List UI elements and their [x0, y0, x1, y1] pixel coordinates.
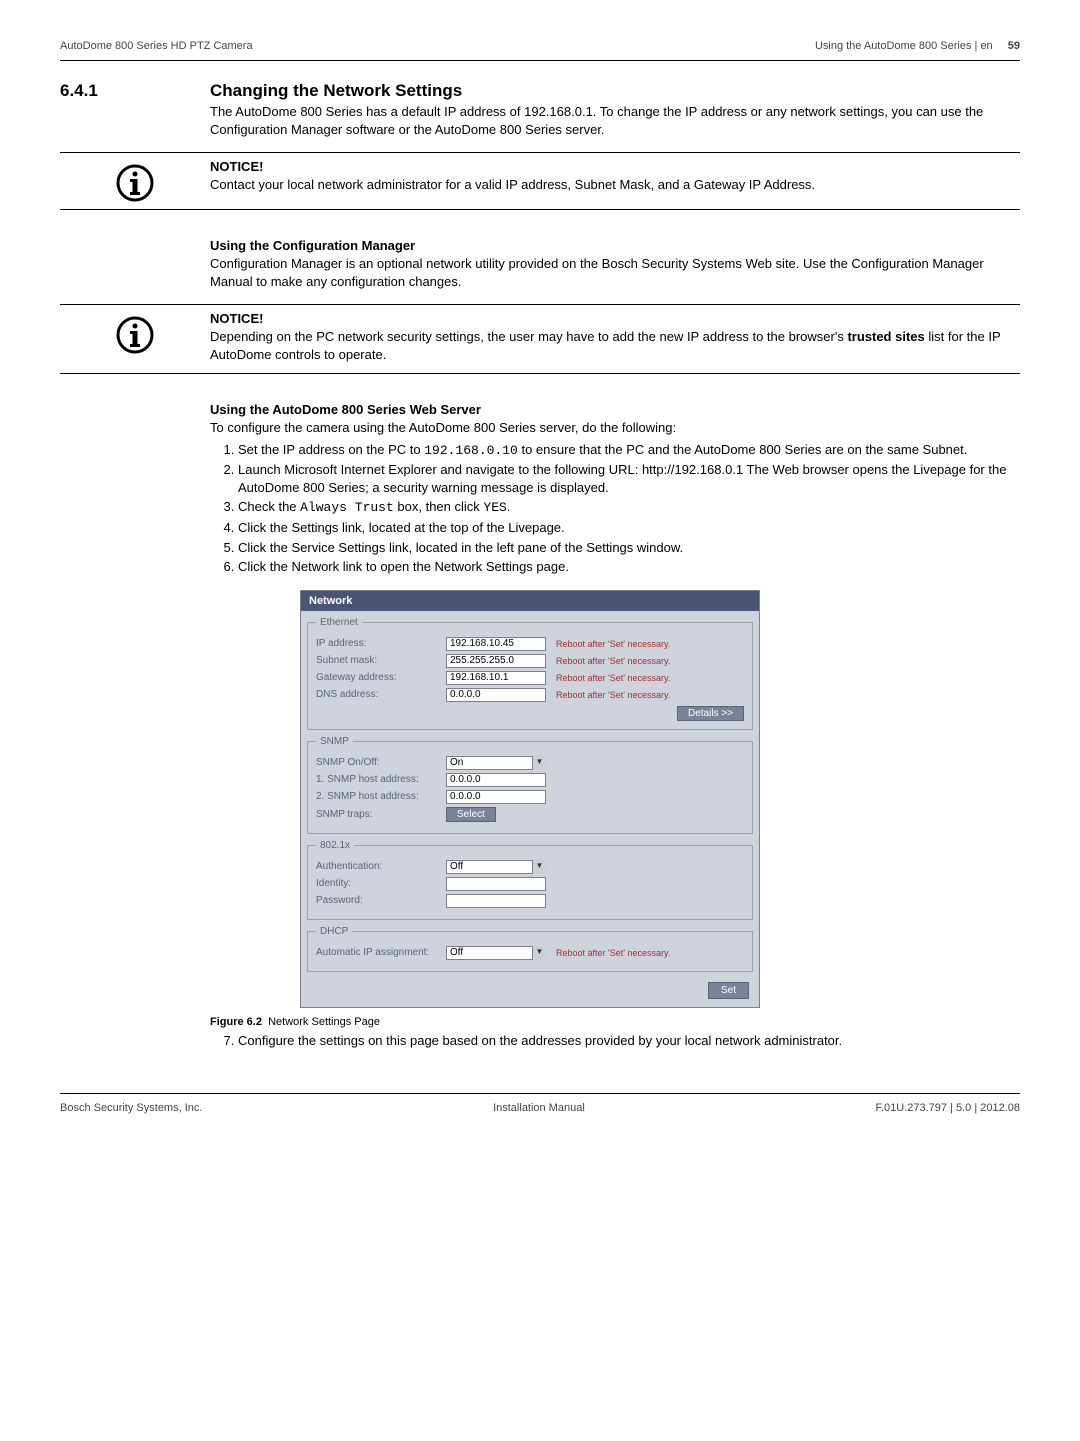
notice-title: NOTICE! — [210, 159, 1020, 174]
footer-rule — [60, 1093, 1020, 1094]
gateway-input[interactable] — [446, 671, 546, 685]
dot1x-group: 802.1x Authentication: ▼ Identity: Passw… — [307, 840, 753, 920]
steps-list-cont: Configure the settings on this page base… — [210, 1032, 1020, 1050]
header-right: Using the AutoDome 800 Series | en — [815, 40, 993, 52]
snmp-onoff-select[interactable]: ▼ — [446, 756, 546, 770]
step-6: Click the Network link to open the Netwo… — [238, 558, 1020, 576]
subnet-label: Subnet mask: — [316, 655, 446, 666]
notice-block-1: NOTICE! Contact your local network admin… — [60, 152, 1020, 210]
chevron-down-icon: ▼ — [532, 860, 546, 874]
reboot-note: Reboot after 'Set' necessary. — [556, 639, 670, 649]
page-number: 59 — [1008, 40, 1020, 52]
notice-block-2: NOTICE! Depending on the PC network secu… — [60, 304, 1020, 374]
identity-input[interactable] — [446, 877, 546, 891]
snmp-onoff-label: SNMP On/Off: — [316, 757, 446, 768]
step-3: Check the Always Trust box, then click Y… — [238, 498, 1020, 517]
snmp-group: SNMP SNMP On/Off: ▼ 1. SNMP host address… — [307, 736, 753, 834]
set-button[interactable]: Set — [708, 982, 749, 999]
network-settings-figure: Network Ethernet IP address: Reboot afte… — [300, 590, 760, 1008]
dns-label: DNS address: — [316, 689, 446, 700]
identity-label: Identity: — [316, 878, 446, 889]
ip-label: IP address: — [316, 638, 446, 649]
subheading-webserver: Using the AutoDome 800 Series Web Server — [210, 402, 1020, 417]
step-1: Set the IP address on the PC to 192.168.… — [238, 441, 1020, 460]
step-4: Click the Settings link, located at the … — [238, 519, 1020, 537]
info-icon — [60, 159, 210, 203]
notice-title: NOTICE! — [210, 311, 1020, 326]
dhcp-auto-label: Automatic IP assignment: — [316, 947, 446, 958]
subnet-input[interactable] — [446, 654, 546, 668]
subheading-configmgr: Using the Configuration Manager — [210, 238, 1020, 253]
dhcp-group: DHCP Automatic IP assignment: ▼ Reboot a… — [307, 926, 753, 972]
reboot-note: Reboot after 'Set' necessary. — [556, 948, 670, 958]
gateway-label: Gateway address: — [316, 672, 446, 683]
configmgr-text: Configuration Manager is an optional net… — [210, 255, 1020, 290]
notice-text: Depending on the PC network security set… — [210, 328, 1020, 363]
ip-input[interactable] — [446, 637, 546, 651]
steps-list: Set the IP address on the PC to 192.168.… — [210, 441, 1020, 576]
chevron-down-icon: ▼ — [532, 946, 546, 960]
footer-right: F.01U.273.797 | 5.0 | 2012.08 — [875, 1102, 1020, 1114]
header-rule — [60, 60, 1020, 61]
snmp-host2-label: 2. SNMP host address: — [316, 791, 446, 802]
reboot-note: Reboot after 'Set' necessary. — [556, 656, 670, 666]
reboot-note: Reboot after 'Set' necessary. — [556, 690, 670, 700]
snmp-select-button[interactable]: Select — [446, 807, 496, 822]
auth-select[interactable]: ▼ — [446, 860, 546, 874]
ethernet-group: Ethernet IP address: Reboot after 'Set' … — [307, 617, 753, 730]
page-footer: Bosch Security Systems, Inc. Installatio… — [60, 1102, 1020, 1114]
page-header: AutoDome 800 Series HD PTZ Camera Using … — [60, 40, 1020, 52]
section-intro: The AutoDome 800 Series has a default IP… — [210, 103, 1020, 138]
password-input[interactable] — [446, 894, 546, 908]
step-2: Launch Microsoft Internet Explorer and n… — [238, 461, 1020, 496]
password-label: Password: — [316, 895, 446, 906]
step-5: Click the Service Settings link, located… — [238, 539, 1020, 557]
footer-center: Installation Manual — [493, 1102, 585, 1114]
chevron-down-icon: ▼ — [532, 756, 546, 770]
panel-title: Network — [301, 591, 759, 611]
auth-label: Authentication: — [316, 861, 446, 872]
reboot-note: Reboot after 'Set' necessary. — [556, 673, 670, 683]
snmp-host1-label: 1. SNMP host address: — [316, 774, 446, 785]
snmp-traps-label: SNMP traps: — [316, 809, 446, 820]
dns-input[interactable] — [446, 688, 546, 702]
snmp-host1-input[interactable] — [446, 773, 546, 787]
footer-left: Bosch Security Systems, Inc. — [60, 1102, 202, 1114]
section-number: 6.4.1 — [60, 81, 98, 100]
snmp-host2-input[interactable] — [446, 790, 546, 804]
step-7: Configure the settings on this page base… — [238, 1032, 1020, 1050]
webserver-intro: To configure the camera using the AutoDo… — [210, 419, 1020, 437]
notice-text: Contact your local network administrator… — [210, 176, 1020, 194]
figure-caption: Figure 6.2 Network Settings Page — [210, 1016, 1020, 1028]
section-title: Changing the Network Settings — [210, 81, 1020, 101]
details-button[interactable]: Details >> — [677, 706, 744, 721]
dhcp-auto-select[interactable]: ▼ — [446, 946, 546, 960]
info-icon — [60, 311, 210, 367]
header-left: AutoDome 800 Series HD PTZ Camera — [60, 40, 253, 52]
